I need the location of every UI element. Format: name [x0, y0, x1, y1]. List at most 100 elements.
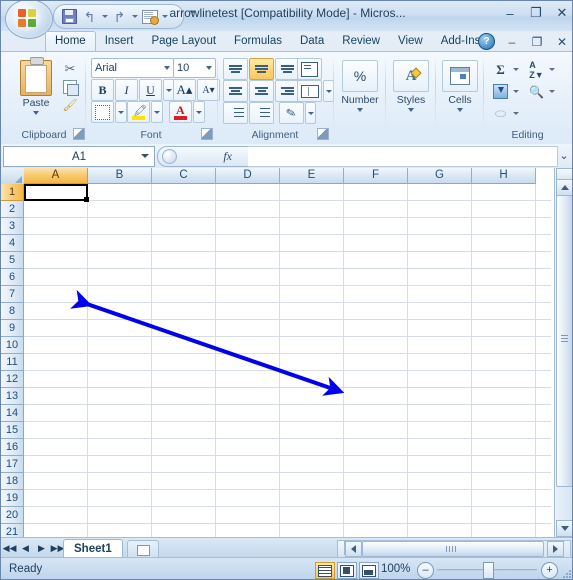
row-header-10[interactable]: 10 [1, 337, 24, 354]
minimize-button[interactable]: – [502, 6, 518, 21]
fill-button[interactable] [491, 83, 510, 101]
column-header-f[interactable]: F [344, 168, 408, 184]
previous-sheet-button[interactable]: ◀ [19, 541, 32, 556]
cells-dropdown-icon[interactable] [457, 108, 463, 112]
expand-formula-bar-button[interactable]: ⌄ [556, 147, 572, 164]
align-top-button[interactable] [223, 58, 248, 80]
cell-area[interactable] [24, 184, 551, 537]
row-header-15[interactable]: 15 [1, 422, 24, 439]
tab-insert[interactable]: Insert [96, 32, 143, 52]
row-header-16[interactable]: 16 [1, 439, 24, 456]
zoom-slider-handle[interactable] [483, 562, 494, 579]
column-header-a[interactable]: A [24, 168, 88, 184]
normal-view-button[interactable] [315, 562, 335, 579]
row-header-3[interactable]: 3 [1, 218, 24, 235]
orientation-button[interactable]: ✎ [279, 102, 304, 124]
autosum-dropdown[interactable] [511, 60, 520, 79]
tab-view[interactable]: View [389, 32, 432, 52]
help-icon[interactable]: ? [478, 33, 495, 50]
copy-button[interactable] [59, 78, 81, 96]
scroll-right-button[interactable] [547, 541, 564, 557]
horizontal-split-handle[interactable] [338, 541, 345, 555]
align-center-button[interactable] [249, 80, 274, 102]
find-select-dropdown[interactable] [547, 82, 556, 101]
find-select-button[interactable]: 🔍 [527, 83, 546, 101]
column-header-e[interactable]: E [280, 168, 344, 184]
fill-color-dropdown[interactable] [151, 101, 163, 123]
scroll-left-button[interactable] [345, 541, 362, 557]
formula-input[interactable] [248, 146, 558, 167]
wrap-text-button[interactable] [297, 58, 322, 80]
close-button[interactable]: ✕ [554, 5, 570, 20]
tab-review[interactable]: Review [333, 32, 389, 52]
column-header-b[interactable]: B [88, 168, 152, 184]
row-header-18[interactable]: 18 [1, 473, 24, 490]
doc-close-button[interactable]: ✕ [554, 35, 570, 49]
increase-font-size-button[interactable]: A▴ [173, 79, 196, 101]
fill-dropdown[interactable] [511, 82, 520, 101]
sort-filter-button[interactable]: A Z▼ [527, 60, 546, 80]
number-format-button[interactable]: % Number [340, 60, 380, 116]
fill-color-button[interactable]: 🖍 [127, 101, 150, 123]
styles-dropdown-icon[interactable] [408, 108, 414, 112]
cut-button[interactable]: ✂ [59, 60, 81, 78]
column-header-h[interactable]: H [472, 168, 536, 184]
page-break-preview-button[interactable] [359, 562, 379, 579]
next-sheet-button[interactable]: ▶ [35, 541, 48, 556]
page-layout-view-button[interactable] [337, 562, 357, 579]
sheet-tab-sheet1[interactable]: Sheet1 [63, 539, 123, 559]
row-header-7[interactable]: 7 [1, 286, 24, 303]
resize-grip[interactable] [562, 569, 572, 579]
column-header-d[interactable]: D [216, 168, 280, 184]
tab-page-layout[interactable]: Page Layout [142, 32, 225, 52]
row-header-2[interactable]: 2 [1, 201, 24, 218]
horizontal-scrollbar[interactable] [337, 540, 571, 558]
doc-restore-button[interactable]: ❐ [529, 35, 545, 49]
autosum-button[interactable]: Σ [491, 61, 510, 79]
row-header-1[interactable]: 1 [1, 184, 24, 201]
row-header-9[interactable]: 9 [1, 320, 24, 337]
name-box[interactable]: A1 [3, 146, 155, 167]
row-header-11[interactable]: 11 [1, 354, 24, 371]
row-header-8[interactable]: 8 [1, 303, 24, 320]
cancel-enter-icon[interactable] [162, 149, 177, 164]
tab-data[interactable]: Data [291, 32, 333, 52]
orientation-dropdown[interactable] [305, 102, 316, 124]
doc-minimize-button[interactable]: – [504, 35, 520, 49]
number-dropdown-icon[interactable] [357, 108, 363, 112]
insert-function-button[interactable]: fx [223, 149, 232, 164]
tab-home[interactable]: Home [45, 31, 96, 52]
scroll-down-button[interactable] [556, 520, 572, 537]
row-header-14[interactable]: 14 [1, 405, 24, 422]
row-header-20[interactable]: 20 [1, 507, 24, 524]
row-header-6[interactable]: 6 [1, 269, 24, 286]
tab-formulas[interactable]: Formulas [225, 32, 291, 52]
select-all-button[interactable] [1, 168, 25, 185]
font-name-dropdown-icon[interactable] [164, 66, 170, 70]
paste-button[interactable]: Paste [13, 57, 59, 118]
font-dialog-launcher[interactable] [201, 128, 213, 140]
zoom-level-label[interactable]: 100% [381, 563, 410, 575]
align-middle-button[interactable] [249, 58, 274, 80]
merge-center-button[interactable] [297, 80, 322, 102]
bold-button[interactable]: B [91, 79, 114, 101]
row-header-4[interactable]: 4 [1, 235, 24, 252]
sort-filter-dropdown[interactable] [547, 60, 556, 79]
underline-button[interactable]: U [139, 79, 162, 101]
vertical-scrollbar[interactable] [554, 168, 572, 537]
row-header-5[interactable]: 5 [1, 252, 24, 269]
name-box-dropdown-icon[interactable] [141, 154, 149, 158]
clear-dropdown[interactable] [511, 104, 520, 123]
font-name-combo[interactable]: Arial [91, 58, 174, 78]
clipboard-dialog-launcher[interactable] [73, 128, 85, 140]
format-painter-button[interactable]: 🖌 [59, 96, 81, 114]
row-header-12[interactable]: 12 [1, 371, 24, 388]
row-header-17[interactable]: 17 [1, 456, 24, 473]
column-header-g[interactable]: G [408, 168, 472, 184]
scroll-up-button[interactable] [556, 179, 572, 196]
styles-button[interactable]: A Styles [391, 60, 431, 116]
zoom-in-button[interactable]: + [541, 562, 558, 579]
row-header-13[interactable]: 13 [1, 388, 24, 405]
decrease-indent-button[interactable] [223, 102, 248, 124]
alignment-dialog-launcher[interactable] [317, 128, 329, 140]
